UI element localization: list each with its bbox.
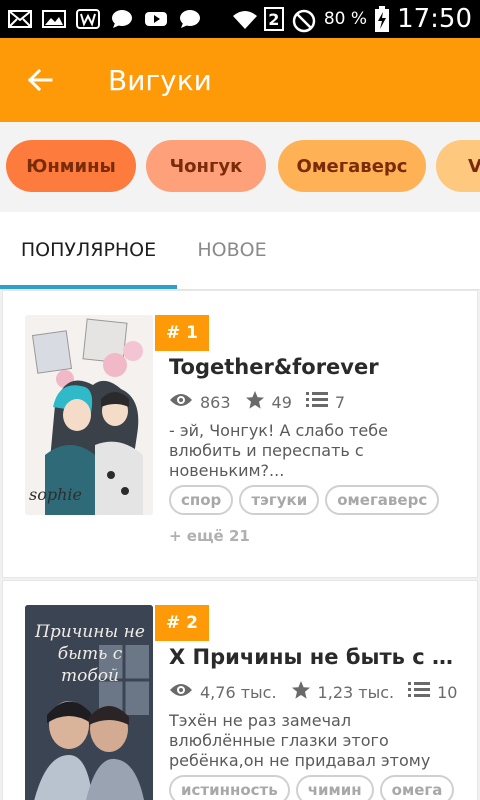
- story-tags: истинность чимин омега: [169, 775, 455, 800]
- tab-popular[interactable]: ПОПУЛЯРНОЕ: [0, 212, 177, 288]
- notification-icons: [8, 9, 202, 29]
- sim-indicator: 2: [263, 7, 284, 31]
- chip-tag[interactable]: Юнмины: [6, 140, 136, 192]
- chip-label: Чонгук: [169, 155, 243, 177]
- back-button[interactable]: [0, 38, 80, 122]
- story-tags: спор тэгуки омегаверс: [169, 485, 440, 515]
- story-card[interactable]: sophie # 1 Together&forever 863 49 7 - э…: [2, 290, 478, 578]
- story-tag[interactable]: чимин: [295, 775, 374, 800]
- wifi-icon: [232, 9, 257, 29]
- story-card[interactable]: Причины не быть с тобой # 2 X Причины не…: [2, 580, 478, 800]
- chat-icon: [110, 9, 134, 29]
- cover-signature: sophie: [29, 485, 82, 504]
- gallery-icon: [42, 9, 66, 29]
- story-description: - эй, Чонгук! А слабо тебе влюбить и пер…: [169, 421, 388, 480]
- parts-count: 7: [334, 392, 346, 412]
- tab-label: ПОПУЛЯРНОЕ: [20, 239, 157, 261]
- app-toolbar: Вигуки: [0, 38, 480, 122]
- list-icon: [305, 391, 328, 413]
- views-count: 4,76 тыс.: [200, 682, 277, 702]
- votes-count: 1,23 тыс.: [317, 682, 395, 702]
- tag-chip-bar[interactable]: Юнмины Чонгук Омегаверс V: [0, 122, 480, 212]
- tab-label: НОВОЕ: [197, 239, 267, 261]
- parts-count: 10: [437, 682, 458, 702]
- story-title[interactable]: X Причины не быть с тобой: [169, 645, 461, 669]
- mail-icon: [8, 9, 32, 29]
- story-title[interactable]: Together&forever: [169, 355, 461, 379]
- rank-badge: # 2: [155, 605, 209, 641]
- story-list[interactable]: sophie # 1 Together&forever 863 49 7 - э…: [0, 290, 480, 800]
- chip-label: Юнмины: [26, 155, 116, 177]
- story-tag[interactable]: тэгуки: [239, 485, 320, 515]
- cover-title: Причины не быть с тобой: [35, 622, 145, 686]
- chip-tag[interactable]: Чонгук: [146, 140, 266, 192]
- eye-icon: [169, 392, 193, 412]
- story-cover[interactable]: sophie: [25, 315, 153, 515]
- story-stats: 863 49 7: [169, 389, 359, 415]
- chip-tag[interactable]: V: [436, 140, 480, 192]
- views-count: 863: [200, 392, 231, 412]
- rank-badge: # 1: [155, 315, 209, 351]
- story-tag[interactable]: спор: [169, 485, 234, 515]
- story-tag[interactable]: омега: [379, 775, 455, 800]
- wattpad-icon: [76, 9, 100, 29]
- youtube-icon: [144, 9, 168, 29]
- status-bar: 2 80 % 17:50: [0, 0, 480, 38]
- battery-charging-icon: [375, 6, 390, 32]
- chip-label: Омегаверс: [296, 155, 408, 177]
- system-indicators: 2 80 % 17:50: [232, 4, 472, 34]
- battery-percent: 80 %: [323, 9, 368, 29]
- list-icon: [408, 681, 431, 703]
- chip-tag[interactable]: Омегаверс: [278, 140, 426, 192]
- story-stats: 4,76 тыс. 1,23 тыс. 10: [169, 679, 471, 705]
- chip-label: V: [468, 155, 480, 177]
- do-not-disturb-icon: [292, 9, 316, 33]
- star-icon: [291, 680, 311, 704]
- arrow-back-icon: [27, 68, 53, 92]
- active-tab-indicator: [0, 285, 177, 289]
- chat-icon-2: [178, 9, 202, 29]
- page-title: Вигуки: [108, 63, 212, 97]
- story-description: Тэхён не раз замечал влюблённые глазки э…: [169, 711, 431, 770]
- votes-count: 49: [271, 392, 292, 412]
- story-tag[interactable]: истинность: [169, 775, 290, 800]
- clock: 17:50: [397, 4, 472, 34]
- star-icon: [245, 390, 265, 414]
- tab-new[interactable]: НОВОЕ: [177, 212, 287, 288]
- story-tag[interactable]: омегаверс: [325, 485, 440, 515]
- more-tags-link[interactable]: + ещё 21: [169, 527, 250, 545]
- sort-tabs: ПОПУЛЯРНОЕ НОВОЕ: [0, 212, 480, 290]
- story-cover[interactable]: Причины не быть с тобой: [25, 605, 153, 800]
- eye-icon: [169, 682, 193, 702]
